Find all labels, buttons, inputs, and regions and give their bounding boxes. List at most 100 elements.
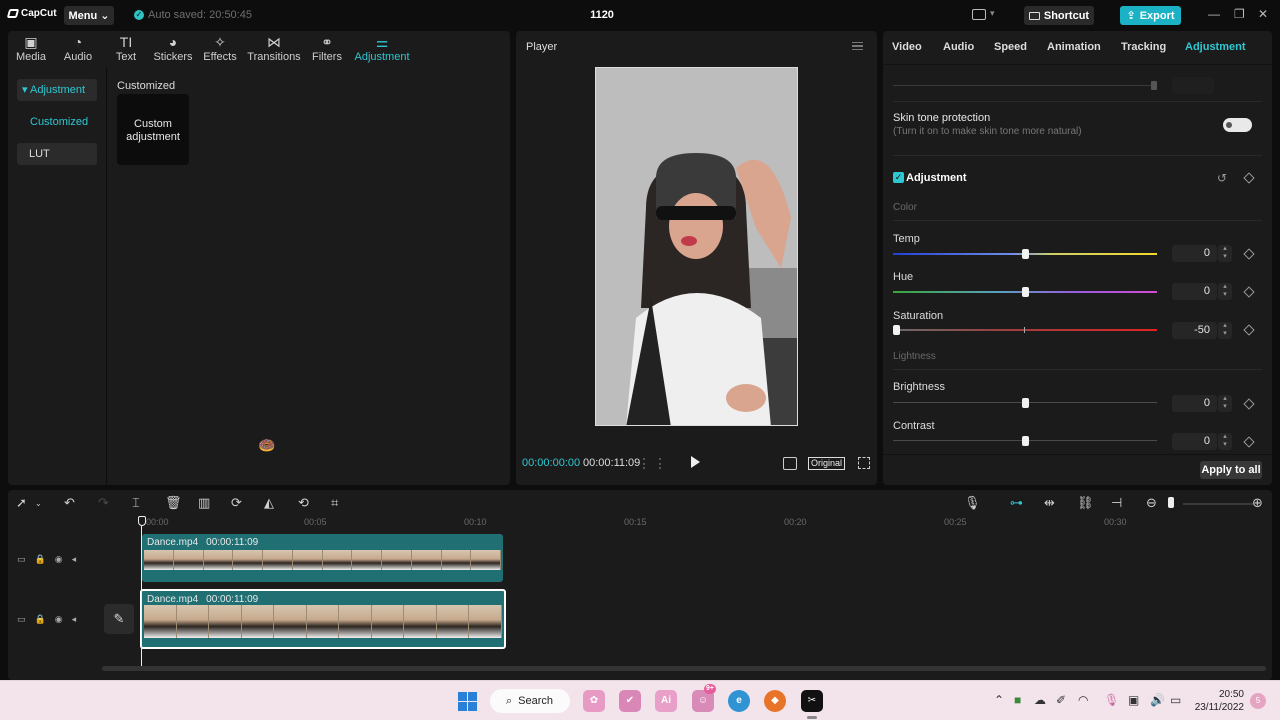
hue-value[interactable]: 0: [1172, 283, 1217, 300]
audio-icon[interactable]: ◂: [72, 614, 77, 625]
playhead-handle[interactable]: [138, 516, 146, 526]
adjustment-checkbox[interactable]: ✓: [893, 172, 904, 183]
timeline-scrollbar[interactable]: [102, 666, 1266, 671]
menu-icon[interactable]: [852, 42, 863, 50]
taskbar-app-icon[interactable]: ✿: [583, 690, 605, 712]
brightness-stepper[interactable]: ▴ ▾: [1218, 395, 1232, 412]
export-button[interactable]: ⇪ Export: [1120, 6, 1181, 25]
tab-stickers[interactable]: ◕ Stickers: [152, 33, 194, 63]
saturation-slider[interactable]: [893, 329, 1157, 331]
focus-icon[interactable]: [783, 457, 797, 470]
wifi-icon[interactable]: ◠: [1078, 693, 1088, 707]
nvidia-icon[interactable]: ■: [1014, 693, 1021, 707]
mic-icon[interactable]: 🎙: [1104, 693, 1119, 707]
temp-slider-knob[interactable]: [1021, 249, 1029, 259]
hue-stepper[interactable]: ▴ ▾: [1218, 283, 1232, 300]
project-title[interactable]: 1120: [560, 9, 644, 21]
tab-tracking[interactable]: Tracking: [1121, 41, 1166, 53]
saturation-slider-knob[interactable]: [893, 325, 900, 335]
capcut-taskbar-icon[interactable]: ✂: [801, 690, 823, 719]
value-input[interactable]: [1172, 77, 1214, 94]
battery-icon[interactable]: ▭: [1170, 693, 1181, 707]
play-icon[interactable]: [691, 456, 700, 468]
linkage-icon[interactable]: ⛓: [1077, 495, 1094, 511]
lock-icon[interactable]: 🔒: [35, 554, 46, 565]
sidebar-item-customized[interactable]: Customized: [17, 111, 97, 133]
illustrator-icon[interactable]: Ai: [655, 690, 677, 712]
cloud-icon[interactable]: ☁: [1034, 693, 1046, 707]
tab-media[interactable]: ▣ Media: [16, 33, 46, 63]
eye-icon[interactable]: ◉: [55, 554, 63, 565]
video-clip[interactable]: Dance.mp4 00:00:11:09: [142, 534, 503, 582]
zoom-out-icon[interactable]: ⊖: [1146, 495, 1157, 511]
track-toggle-icon[interactable]: ▭: [17, 614, 26, 625]
close-icon[interactable]: ✕: [1258, 7, 1268, 21]
preview-axis-icon[interactable]: ⊣: [1111, 495, 1122, 511]
zoom-in-icon[interactable]: ⊕: [1252, 495, 1263, 511]
video-preview[interactable]: [595, 67, 798, 426]
volume-icon[interactable]: 🔊: [1150, 693, 1165, 707]
custom-adjustment-card[interactable]: Custom adjustment: [117, 94, 189, 165]
apply-to-all-button[interactable]: Apply to all: [1200, 461, 1262, 479]
lock-icon[interactable]: 🔒: [35, 614, 46, 625]
tab-audio[interactable]: ◔ Audio: [61, 33, 95, 63]
audio-icon[interactable]: ◂: [72, 554, 77, 565]
temp-stepper[interactable]: ▴ ▾: [1218, 245, 1232, 262]
notification-icon[interactable]: 5: [1250, 693, 1266, 709]
layout-icon[interactable]: [972, 9, 986, 20]
tab-adjustment[interactable]: ⚌ Adjustment: [353, 33, 411, 63]
split-icon[interactable]: ⌶: [132, 495, 140, 511]
network-icon[interactable]: ▣: [1128, 693, 1139, 707]
slider-knob[interactable]: [1151, 81, 1157, 90]
skin-tone-toggle[interactable]: [1223, 118, 1252, 132]
menu-button[interactable]: Menu ⌄: [64, 6, 114, 25]
ratio-button[interactable]: Original: [808, 457, 846, 470]
playhead[interactable]: [141, 526, 142, 666]
tab-adjustment[interactable]: Adjustment: [1185, 41, 1246, 53]
grid-icon[interactable]: [643, 458, 661, 469]
auto-snap-icon[interactable]: ⇹: [1044, 495, 1055, 511]
windows-start-icon[interactable]: [458, 692, 477, 711]
time-ruler[interactable]: 00:00 00:05 00:10 00:15 00:20 00:25 00:3…: [8, 516, 1272, 530]
contrast-stepper[interactable]: ▴ ▾: [1218, 433, 1232, 450]
hue-slider-knob[interactable]: [1021, 287, 1029, 297]
browser-icon[interactable]: ◆: [764, 690, 786, 712]
zoom-slider[interactable]: [1183, 503, 1253, 505]
mirror-icon[interactable]: ◭: [264, 495, 274, 511]
taskbar-app-icon[interactable]: ✔: [619, 690, 641, 712]
system-clock[interactable]: 20:50 23/11/2022: [1188, 688, 1244, 714]
saturation-stepper[interactable]: ▴ ▾: [1218, 322, 1232, 339]
restore-icon[interactable]: ❐: [1234, 7, 1245, 21]
taskbar-search[interactable]: ⌕ Search: [490, 689, 570, 713]
undo-icon[interactable]: ↶: [64, 495, 75, 511]
contrast-value[interactable]: 0: [1172, 433, 1217, 450]
fullscreen-icon[interactable]: [858, 457, 870, 469]
crop-icon[interactable]: ⌗: [331, 495, 338, 511]
tab-effects[interactable]: ✧ Effects: [203, 33, 237, 63]
delete-icon[interactable]: 🗑: [165, 495, 182, 511]
freeze-icon[interactable]: ▥: [198, 495, 210, 511]
contrast-slider-knob[interactable]: [1021, 436, 1029, 446]
sidebar-item-lut[interactable]: LUT: [17, 143, 97, 165]
tab-text[interactable]: TI Text: [112, 33, 140, 63]
rotate-icon[interactable]: ⟲: [298, 495, 309, 511]
reverse-icon[interactable]: ⟳: [231, 495, 242, 511]
redo-icon[interactable]: ↷: [98, 495, 109, 511]
brightness-value[interactable]: 0: [1172, 395, 1217, 412]
slider-track[interactable]: [893, 85, 1153, 86]
reset-icon[interactable]: ↺: [1217, 171, 1227, 185]
video-clip-selected[interactable]: Dance.mp4 00:00:11:09: [140, 589, 506, 649]
microphone-icon[interactable]: 🎙: [964, 495, 981, 511]
discord-icon[interactable]: ☺ 9+: [692, 684, 716, 712]
chevron-down-icon[interactable]: ⌄: [35, 499, 42, 508]
tab-video[interactable]: Video: [892, 41, 922, 53]
chevron-down-icon[interactable]: ▾: [990, 8, 995, 19]
edge-icon[interactable]: e: [728, 690, 750, 712]
tab-animation[interactable]: Animation: [1047, 41, 1101, 53]
tab-transitions[interactable]: ⋈ Transitions: [246, 33, 302, 63]
shortcut-button[interactable]: Shortcut: [1024, 6, 1094, 25]
saturation-value[interactable]: -50: [1172, 322, 1217, 339]
tab-filters[interactable]: ⚭ Filters: [311, 33, 343, 63]
temp-value[interactable]: 0: [1172, 245, 1217, 262]
minimize-icon[interactable]: —: [1208, 7, 1220, 21]
